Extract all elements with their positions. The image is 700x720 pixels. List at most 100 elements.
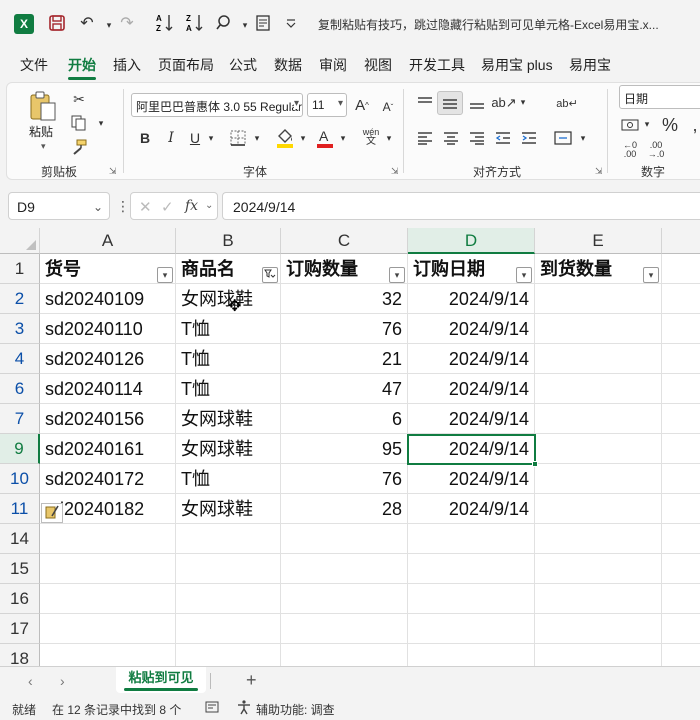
empty-cell[interactable] bbox=[281, 584, 408, 614]
cell-date[interactable]: 2024/9/14 bbox=[408, 404, 535, 434]
borders-dropdown-icon[interactable]: ▾ bbox=[251, 129, 263, 147]
function-dropdown-icon[interactable]: ⌄ bbox=[205, 200, 213, 211]
empty-cell[interactable] bbox=[662, 554, 700, 584]
decrease-decimal-icon[interactable]: .00 →.0 bbox=[645, 139, 667, 161]
row-header[interactable]: 4 bbox=[0, 344, 40, 374]
tab-review[interactable]: 审阅 bbox=[319, 55, 347, 75]
empty-cell[interactable] bbox=[281, 524, 408, 554]
cell-date[interactable]: 2024/9/14 bbox=[408, 494, 535, 524]
tab-formulas[interactable]: 公式 bbox=[229, 55, 257, 75]
cell-product[interactable]: T恤 bbox=[176, 374, 281, 404]
empty-cell[interactable] bbox=[662, 314, 700, 344]
redo-icon[interactable]: ↷ bbox=[116, 12, 138, 34]
increase-font-size-icon[interactable]: A ^ bbox=[351, 93, 373, 117]
row-header[interactable]: 15 bbox=[0, 554, 40, 584]
column-header-c[interactable]: C bbox=[281, 228, 408, 254]
worksheet-grid[interactable]: A B C D E 1 2 3 4 6 7 9 10 11 14 15 16 1… bbox=[0, 228, 700, 666]
sort-descending-icon[interactable]: ZA bbox=[184, 12, 206, 34]
decrease-font-size-icon[interactable]: Aˇ bbox=[377, 95, 399, 119]
font-color-icon[interactable]: A bbox=[313, 125, 337, 151]
cell-product[interactable]: T恤 bbox=[176, 464, 281, 494]
cell-arrival[interactable] bbox=[535, 464, 662, 494]
empty-cell[interactable] bbox=[662, 254, 700, 284]
empty-cell[interactable] bbox=[281, 554, 408, 584]
sort-ascending-icon[interactable]: AZ bbox=[154, 12, 176, 34]
filter-dropdown-icon[interactable]: ▾ bbox=[389, 267, 405, 283]
formula-input[interactable]: 2024/9/14 bbox=[222, 192, 700, 220]
cell-sku[interactable]: sd20240114 bbox=[40, 374, 176, 404]
row-header[interactable]: 18 bbox=[0, 644, 40, 666]
row-header[interactable]: 6 bbox=[0, 374, 40, 404]
align-left-icon[interactable] bbox=[413, 127, 437, 149]
empty-cell[interactable] bbox=[408, 524, 535, 554]
tab-view[interactable]: 视图 bbox=[364, 55, 392, 75]
tab-yiyongbao-plus[interactable]: 易用宝 plus bbox=[481, 55, 553, 75]
empty-cell[interactable] bbox=[408, 584, 535, 614]
save-icon[interactable] bbox=[46, 12, 68, 34]
empty-cell[interactable] bbox=[281, 614, 408, 644]
tab-file[interactable]: 文件 bbox=[20, 55, 48, 75]
row-header[interactable]: 3 bbox=[0, 314, 40, 344]
underline-dropdown-icon[interactable]: ▾ bbox=[205, 129, 217, 147]
empty-cell[interactable] bbox=[40, 614, 176, 644]
phonetic-dropdown-icon[interactable]: ▾ bbox=[383, 129, 395, 147]
column-header-b[interactable]: B bbox=[176, 228, 281, 254]
tab-yiyongbao[interactable]: 易用宝 bbox=[569, 55, 611, 75]
cell-quantity[interactable]: 47 bbox=[281, 374, 408, 404]
orientation-icon[interactable]: ab↗ bbox=[491, 91, 516, 115]
prev-sheet-icon[interactable]: ‹ bbox=[28, 673, 33, 689]
empty-cell[interactable] bbox=[662, 494, 700, 524]
cell-quantity[interactable]: 6 bbox=[281, 404, 408, 434]
row-header[interactable]: 10 bbox=[0, 464, 40, 494]
empty-cell[interactable] bbox=[40, 584, 176, 614]
cell-quantity[interactable]: 76 bbox=[281, 464, 408, 494]
cell-quantity[interactable]: 28 bbox=[281, 494, 408, 524]
tab-insert[interactable]: 插入 bbox=[113, 55, 141, 75]
bold-icon[interactable]: B bbox=[135, 127, 155, 149]
empty-cell[interactable] bbox=[176, 644, 281, 666]
empty-cell[interactable] bbox=[176, 584, 281, 614]
cell-date[interactable]: 2024/9/14 bbox=[408, 314, 535, 344]
tab-developer[interactable]: 开发工具 bbox=[409, 55, 465, 75]
cell-sku[interactable]: sd20240110 bbox=[40, 314, 176, 344]
form-icon[interactable] bbox=[252, 12, 274, 34]
middle-align-icon[interactable] bbox=[437, 91, 463, 115]
empty-cell[interactable] bbox=[535, 524, 662, 554]
fill-color-dropdown-icon[interactable]: ▾ bbox=[297, 129, 309, 147]
cell-sku[interactable]: sd20240109 bbox=[40, 284, 176, 314]
fill-color-icon[interactable] bbox=[273, 125, 297, 151]
align-center-icon[interactable] bbox=[439, 127, 463, 149]
filter-dropdown-icon[interactable]: ▾ bbox=[157, 267, 173, 283]
accounting-format-icon[interactable] bbox=[619, 113, 641, 137]
copy-icon[interactable] bbox=[69, 113, 89, 133]
paste-button[interactable] bbox=[25, 89, 61, 123]
cell-sku[interactable]: sd20240161 bbox=[40, 434, 176, 464]
cell-quantity[interactable]: 95 bbox=[281, 434, 408, 464]
cell-product[interactable]: 女网球鞋 bbox=[176, 404, 281, 434]
cell-arrival[interactable] bbox=[535, 284, 662, 314]
empty-cell[interactable] bbox=[40, 644, 176, 666]
column-header-f[interactable] bbox=[662, 228, 700, 254]
font-name-select[interactable]: 阿里巴巴普惠体 3.0 55 Regular ▾ bbox=[131, 93, 303, 117]
cell-quantity[interactable]: 21 bbox=[281, 344, 408, 374]
find-icon[interactable] bbox=[214, 12, 236, 34]
increase-indent-icon[interactable] bbox=[517, 127, 541, 149]
empty-cell[interactable] bbox=[662, 434, 700, 464]
merge-center-icon[interactable] bbox=[551, 127, 575, 149]
cell-date[interactable]: 2024/9/14 bbox=[408, 374, 535, 404]
cell-arrival[interactable] bbox=[535, 314, 662, 344]
copy-dropdown-icon[interactable]: ▾ bbox=[95, 115, 107, 131]
tab-page-layout[interactable]: 页面布局 bbox=[158, 55, 214, 75]
next-sheet-icon[interactable]: › bbox=[60, 673, 65, 689]
wrap-text-icon[interactable]: ab↵ bbox=[555, 91, 579, 115]
row-header[interactable]: 14 bbox=[0, 524, 40, 554]
cell-arrival[interactable] bbox=[535, 434, 662, 464]
font-launcher-icon[interactable]: ⇲ bbox=[391, 166, 399, 177]
percent-style-icon[interactable]: % bbox=[659, 113, 681, 137]
paste-label[interactable]: 粘贴 bbox=[29, 123, 53, 140]
decrease-indent-icon[interactable] bbox=[491, 127, 515, 149]
cell-arrival[interactable] bbox=[535, 494, 662, 524]
orientation-dropdown-icon[interactable]: ▾ bbox=[517, 93, 529, 111]
row-header[interactable]: 16 bbox=[0, 584, 40, 614]
font-size-select[interactable]: 11 ▾ bbox=[307, 93, 347, 117]
